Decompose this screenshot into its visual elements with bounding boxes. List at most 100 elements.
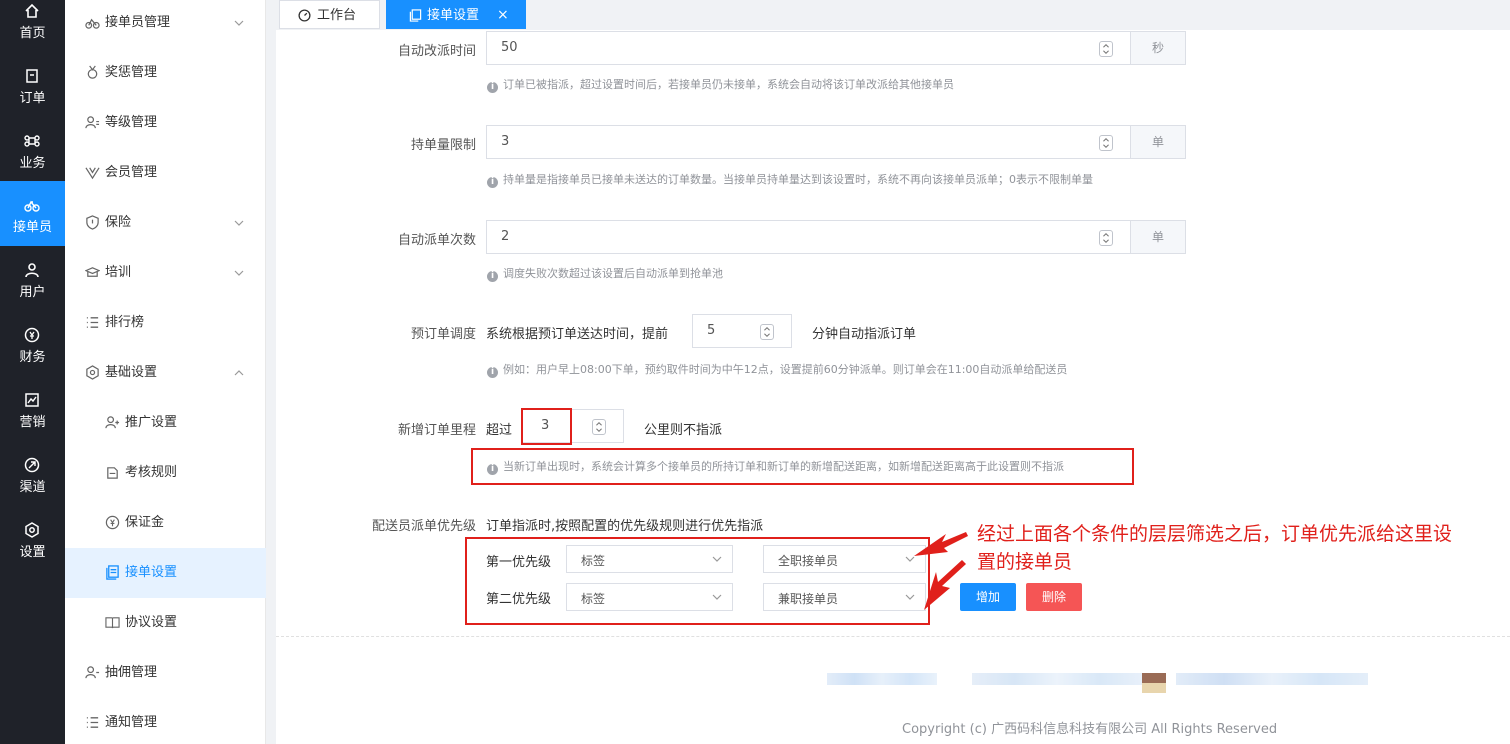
priority-2-value-select[interactable]: 兼职接单员: [763, 583, 926, 611]
distance-suffix: 公里则不指派: [644, 423, 723, 438]
tab-workbench[interactable]: 工作台: [279, 0, 380, 29]
nav-label: 财务: [19, 350, 46, 365]
submenu-item-commission[interactable]: 抽佣管理: [65, 648, 266, 698]
submenu-item-courier-mgmt[interactable]: 接单员管理: [65, 0, 266, 48]
nav-label: 订单: [19, 91, 46, 106]
submenu-item-rewards[interactable]: 奖惩管理: [65, 48, 266, 98]
bike-icon: [24, 200, 40, 212]
chevron-down-icon: [712, 556, 722, 562]
blurred-region: [1142, 673, 1166, 693]
preorder-suffix: 分钟自动指派订单: [812, 327, 917, 342]
user-icon: [25, 263, 39, 278]
priority-label: 配送员派单优先级: [371, 519, 476, 534]
blurred-region: [1176, 673, 1368, 685]
annotation-text-line1: 经过上面各个条件的层层筛选之后，订单优先派给这里设: [977, 523, 1453, 545]
nav-label: 接单员: [12, 220, 52, 235]
info-icon: i: [487, 367, 498, 378]
nav-item-settings[interactable]: 设置: [0, 506, 65, 571]
reassign-input[interactable]: 50: [486, 31, 1131, 65]
main-content: 自动改派时间 50 秒 i 订单已被指派，超过设置时间后，若接单员仍未接单，系统会…: [276, 30, 1510, 744]
chevron-down-icon: [234, 220, 244, 226]
priority-desc: 订单指派时,按照配置的优先级规则进行优先指派: [486, 519, 764, 534]
money-icon: [24, 327, 40, 343]
stepper-icon[interactable]: [592, 419, 606, 435]
training-icon: [85, 267, 100, 277]
sub-menu: 接单员管理 奖惩管理 等级管理 会员管理 保险 培训 排行榜 基础设置 推广设置…: [65, 0, 266, 744]
nav-item-orders[interactable]: 订单: [0, 52, 65, 117]
distance-hint: i 当新订单出现时，系统会计算多个接单员的所持订单和新订单的新增配送距离，如新增配…: [487, 458, 1064, 475]
submenu-item-training[interactable]: 培训: [65, 248, 266, 298]
nav-item-users[interactable]: 用户: [0, 246, 65, 311]
nav-label: 渠道: [19, 480, 46, 495]
priority-2-type-select[interactable]: 标签: [566, 583, 733, 611]
reassign-unit: 秒: [1131, 31, 1186, 65]
rule-icon: [107, 467, 118, 479]
submenu-item-ranking[interactable]: 排行榜: [65, 298, 266, 348]
list-icon: [86, 317, 99, 328]
user-commission-icon: [85, 666, 100, 679]
priority-1-value-select[interactable]: 全职接单员: [763, 545, 926, 573]
nav-item-courier[interactable]: 接单员: [0, 181, 65, 246]
submenu-item-basic-settings[interactable]: 基础设置: [65, 348, 266, 398]
chart-icon: [25, 393, 39, 407]
nav-item-marketing[interactable]: 营销: [0, 376, 65, 441]
hold-limit-input[interactable]: 3: [486, 125, 1131, 159]
preorder-label: 预订单调度: [410, 327, 476, 342]
submenu-item-deposit[interactable]: 保证金: [65, 498, 266, 548]
submenu-item-assessment[interactable]: 考核规则: [65, 448, 266, 498]
tab-order-settings[interactable]: 接单设置 ×: [386, 0, 526, 29]
distance-label: 新增订单里程: [397, 423, 476, 438]
hold-limit-unit: 单: [1131, 125, 1186, 159]
tab-label: 接单设置: [427, 8, 480, 23]
submenu-item-members[interactable]: 会员管理: [65, 148, 266, 198]
chevron-down-icon: [234, 20, 244, 26]
nav-item-business[interactable]: 业务: [0, 117, 65, 182]
submenu-item-levels[interactable]: 等级管理: [65, 98, 266, 148]
home-icon: [25, 3, 39, 18]
reassign-label: 自动改派时间: [397, 44, 476, 59]
info-icon: i: [487, 464, 498, 475]
blurred-region: [827, 673, 937, 685]
annotation-arrow-icon: [914, 532, 968, 610]
chevron-up-icon: [234, 370, 244, 376]
vip-icon: [85, 167, 100, 180]
nav-item-finance[interactable]: 财务: [0, 311, 65, 376]
tab-bar: 工作台 接单设置 ×: [266, 0, 1510, 30]
doc-icon: [106, 565, 119, 580]
user-level-icon: [85, 116, 100, 129]
highlight-distance-input: [521, 408, 572, 445]
medal-icon: [87, 65, 98, 79]
info-icon: i: [487, 82, 498, 93]
nav-item-home[interactable]: 首页: [0, 0, 65, 48]
stepper-icon[interactable]: [1099, 230, 1113, 246]
submenu-item-order-settings[interactable]: 接单设置: [65, 548, 266, 598]
stepper-icon[interactable]: [1099, 41, 1113, 57]
delete-priority-button[interactable]: 删除: [1026, 583, 1082, 611]
hold-limit-label: 持单量限制: [410, 138, 476, 153]
stepper-icon[interactable]: [1099, 135, 1113, 151]
gear-icon: [25, 522, 39, 538]
order-icon: [26, 69, 38, 83]
submenu-item-agreement[interactable]: 协议设置: [65, 598, 266, 648]
footer-divider: [276, 636, 1510, 637]
tab-close-icon[interactable]: ×: [497, 1, 509, 30]
auto-dispatch-input[interactable]: 2: [486, 220, 1131, 254]
submenu-item-insurance[interactable]: 保险: [65, 198, 266, 248]
preorder-input[interactable]: 5: [692, 314, 792, 348]
notice-list-icon: [86, 717, 99, 728]
nav-item-channel[interactable]: 渠道: [0, 441, 65, 506]
priority-2-label: 第二优先级: [486, 592, 552, 607]
bike-icon: [85, 18, 100, 29]
submenu-item-notifications[interactable]: 通知管理: [65, 698, 266, 744]
preorder-prefix: 系统根据预订单送达时间，提前: [486, 327, 669, 342]
auto-dispatch-label: 自动派单次数: [397, 233, 476, 248]
stepper-icon[interactable]: [760, 324, 774, 340]
command-icon: [24, 135, 40, 147]
user-promo-icon: [105, 416, 120, 429]
nav-label: 营销: [19, 415, 46, 430]
priority-1-type-select[interactable]: 标签: [566, 545, 733, 573]
submenu-item-promotion[interactable]: 推广设置: [65, 398, 266, 448]
hexagon-gear-icon: [86, 365, 99, 380]
main-nav: 首页 订单 业务 接单员 用户 财务 营销 渠道 设置: [0, 0, 65, 744]
distance-prefix: 超过: [486, 423, 513, 438]
